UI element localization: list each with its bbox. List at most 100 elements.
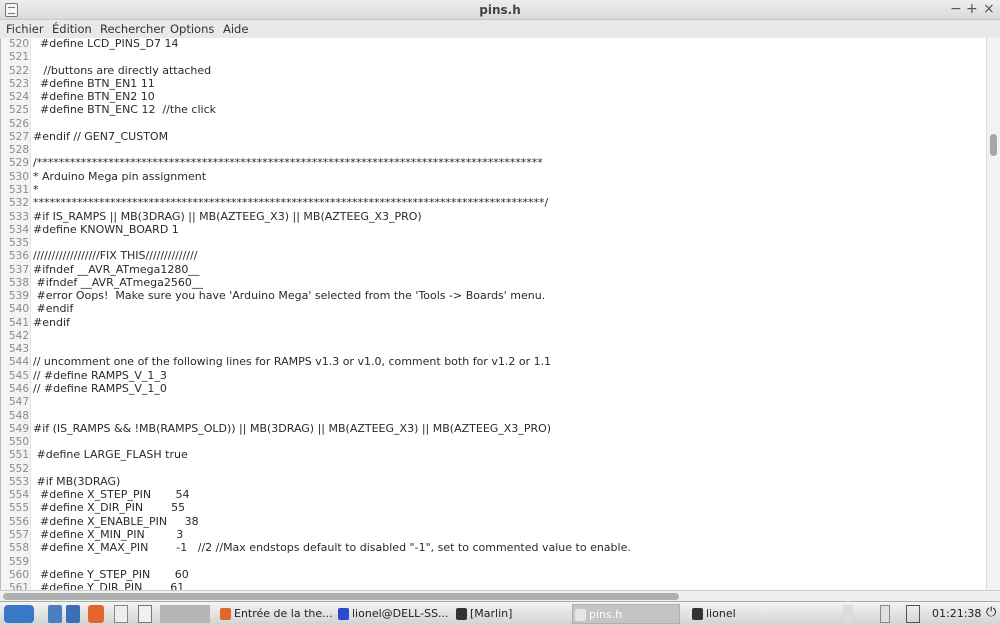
code-text: #define BTN_EN1 11	[33, 76, 155, 90]
code-line: 533 #if IS_RAMPS || MB(3DRAG) || MB(AZTEE…	[1, 210, 422, 223]
code-text: #endif	[33, 315, 70, 329]
task-lionel[interactable]: lionel	[690, 604, 800, 624]
text-editor-launcher-icon[interactable]	[138, 605, 152, 623]
code-line: 542	[1, 329, 33, 342]
code-line: 547	[1, 395, 33, 408]
minimize-button[interactable]: −	[950, 1, 962, 17]
menu-options[interactable]: Options	[170, 22, 214, 36]
line-number: 537	[8, 263, 29, 276]
code-line: 554 #define X_STEP_PIN 54	[1, 488, 190, 501]
clock[interactable]: 01:21:38	[932, 607, 981, 620]
task-terminal[interactable]: lionel@DELL-SS...	[336, 604, 449, 624]
line-number: 532	[8, 197, 29, 210]
code-line: 524 #define BTN_EN2 10	[1, 90, 155, 103]
task-label: lionel	[706, 607, 736, 620]
firefox-icon[interactable]	[88, 605, 104, 623]
code-text: //buttons are directly attached	[33, 63, 212, 77]
close-button[interactable]: ×	[983, 1, 995, 17]
code-text: #define X_STEP_PIN 54	[33, 488, 190, 502]
code-line: 521	[1, 50, 33, 63]
code-text: #define BTN_EN2 10	[33, 90, 155, 104]
maximize-button[interactable]: +	[966, 1, 978, 17]
code-text: #endif // GEN7_CUSTOM	[33, 129, 169, 143]
line-number: 538	[8, 276, 29, 289]
menu-fichier[interactable]: Fichier	[6, 22, 44, 36]
vertical-scroll-thumb[interactable]	[990, 134, 997, 156]
line-number: 528	[8, 144, 29, 157]
code-line: 553 #if MB(3DRAG)	[1, 475, 120, 488]
code-line: 540 #endif	[1, 302, 73, 315]
line-number: 533	[8, 210, 29, 223]
code-line: 520 #define LCD_PINS_D7 14	[1, 38, 179, 50]
battery-icon[interactable]	[880, 605, 890, 623]
line-number: 561	[8, 582, 29, 590]
terminal-icon	[338, 608, 349, 620]
line-number: 522	[8, 64, 29, 77]
code-text: #define X_DIR_PIN 55	[33, 501, 186, 515]
start-menu-button[interactable]	[4, 605, 34, 623]
code-line: 522 //buttons are directly attached	[1, 64, 211, 77]
code-text: // uncomment one of the following lines …	[33, 355, 552, 369]
volume-icon[interactable]	[843, 605, 853, 623]
vertical-scrollbar[interactable]	[986, 38, 1000, 590]
folder-icon	[456, 608, 467, 620]
code-line: 535	[1, 236, 33, 249]
code-line: 537 #ifndef __AVR_ATmega1280__	[1, 263, 199, 276]
code-line: 534 #define KNOWN_BOARD 1	[1, 223, 179, 236]
code-line: 531 *	[1, 183, 39, 196]
title-bar: pins.h − + ×	[0, 0, 1000, 20]
code-text: #define Y_DIR_PIN 61	[33, 581, 185, 590]
code-text: #define Y_STEP_PIN 60	[33, 567, 189, 581]
code-line: 550	[1, 435, 33, 448]
horizontal-scroll-thumb[interactable]	[3, 593, 679, 600]
task-browser[interactable]: Entrée de la the...	[218, 604, 333, 624]
menu-aide[interactable]: Aide	[223, 22, 248, 36]
menu-edition[interactable]: Édition	[52, 22, 92, 36]
code-line: 527 #endif // GEN7_CUSTOM	[1, 130, 168, 143]
line-number: 547	[8, 396, 29, 409]
text-editor-area[interactable]: 520 #define LCD_PINS_D7 14 521 522 //butto…	[0, 38, 986, 590]
line-number: 556	[8, 515, 29, 528]
line-number: 557	[8, 528, 29, 541]
code-line: 543	[1, 342, 33, 355]
network-icon[interactable]	[906, 605, 920, 623]
menu-rechercher[interactable]: Rechercher	[100, 22, 165, 36]
code-text: #ifndef __AVR_ATmega1280__	[33, 262, 200, 276]
code-text: #define KNOWN_BOARD 1	[33, 222, 179, 236]
line-number: 540	[8, 303, 29, 316]
code-text: *	[33, 182, 39, 196]
power-icon[interactable]: ⏻	[986, 605, 996, 620]
code-line: 529 /************************************…	[1, 156, 543, 169]
task-marlin-folder[interactable]: [Marlin]	[454, 604, 566, 624]
menu-bar: Fichier Édition Rechercher Options Aide	[0, 20, 1000, 38]
task-pins-h[interactable]: pins.h	[572, 604, 680, 624]
code-text: #define X_MIN_PIN 3	[33, 527, 184, 541]
code-line: 548	[1, 409, 33, 422]
line-number: 553	[8, 475, 29, 488]
line-number: 541	[8, 316, 29, 329]
file-manager-icon[interactable]	[48, 605, 62, 623]
code-line: 536 //////////////////FIX THIS///////////…	[1, 249, 197, 262]
line-number: 551	[8, 449, 29, 462]
code-line: 532 *************************************…	[1, 196, 548, 209]
code-line: 552	[1, 462, 33, 475]
code-line: 559	[1, 555, 33, 568]
window-launcher-icon[interactable]	[114, 605, 128, 623]
line-number: 552	[8, 462, 29, 475]
line-number: 559	[8, 555, 29, 568]
code-line: 560 #define Y_STEP_PIN 60	[1, 568, 189, 581]
code-text: #define LARGE_FLASH true	[33, 448, 188, 462]
task-label: [Marlin]	[470, 607, 513, 620]
code-line: 544 // uncomment one of the following lin…	[1, 355, 551, 368]
workspace-switcher[interactable]	[160, 605, 210, 623]
code-text: //////////////////FIX THIS//////////////	[33, 249, 198, 263]
code-line: 558 #define X_MAX_PIN -1 //2 //Max endst…	[1, 541, 631, 554]
horizontal-scrollbar[interactable]	[0, 590, 1000, 601]
line-number: 539	[8, 290, 29, 303]
browser-launcher-icon[interactable]	[66, 605, 80, 623]
